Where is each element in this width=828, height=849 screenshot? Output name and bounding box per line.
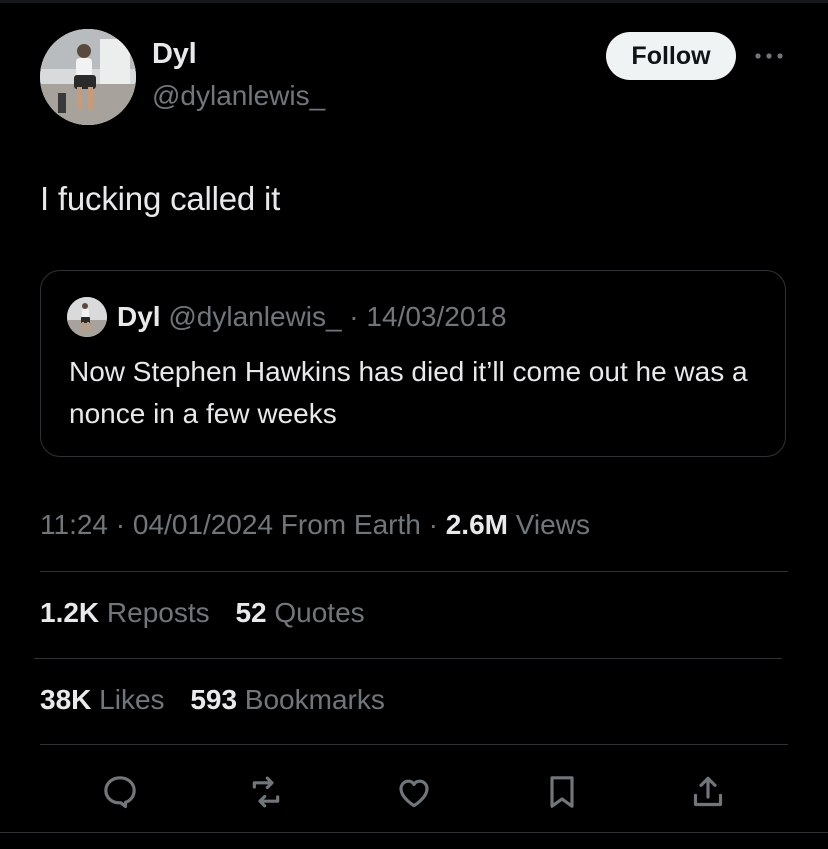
top-divider bbox=[0, 0, 828, 3]
follow-button[interactable]: Follow bbox=[606, 32, 736, 80]
share-button[interactable] bbox=[680, 764, 736, 820]
quoted-author-avatar bbox=[67, 297, 107, 337]
author-display-name[interactable]: Dyl bbox=[152, 38, 197, 71]
likes-stat[interactable]: 38K Likes bbox=[40, 684, 165, 715]
quoted-handle-date: @dylanlewis_ · 14/03/2018 bbox=[168, 301, 507, 332]
tweet-location: From Earth bbox=[273, 509, 421, 540]
quotes-label: Quotes bbox=[266, 597, 365, 628]
stats-row-reposts: 1.2K Reposts 52 Quotes bbox=[40, 597, 383, 629]
tweet-text: I fucking called it bbox=[40, 180, 281, 217]
quoted-text: Now Stephen Hawkins has died it’ll come … bbox=[69, 356, 748, 429]
bookmarks-count: 593 bbox=[190, 684, 238, 715]
tweet-meta: 11:24 · 04/01/2024 From Earth · 2.6M Vie… bbox=[40, 509, 590, 541]
bookmark-button[interactable] bbox=[534, 764, 590, 820]
quoted-header: Dyl @dylanlewis_ · 14/03/2018 bbox=[117, 301, 507, 333]
tweet-actions-bar bbox=[40, 764, 788, 820]
reply-icon bbox=[104, 776, 136, 809]
repost-button[interactable] bbox=[238, 764, 294, 820]
author-handle[interactable]: @dylanlewis_ bbox=[152, 80, 325, 112]
bookmarks-label: Bookmarks bbox=[237, 684, 385, 715]
reposts-label: Reposts bbox=[99, 597, 210, 628]
more-horizontal-icon bbox=[755, 53, 783, 59]
quoted-avatar-photo bbox=[67, 297, 107, 337]
views-label: Views bbox=[507, 509, 590, 540]
meta-separator: · bbox=[108, 509, 133, 540]
more-options-button[interactable] bbox=[751, 40, 787, 72]
likes-count: 38K bbox=[40, 684, 92, 715]
repost-icon bbox=[252, 776, 280, 808]
stats-row-likes: 38K Likes 593 Bookmarks bbox=[40, 684, 403, 716]
quoted-display-name: Dyl bbox=[117, 301, 161, 332]
bottom-divider bbox=[0, 832, 828, 833]
share-icon bbox=[693, 776, 723, 807]
quotes-stat[interactable]: 52 Quotes bbox=[235, 597, 364, 628]
quotes-count: 52 bbox=[235, 597, 267, 628]
views-count: 2.6M bbox=[445, 509, 508, 540]
reposts-stat[interactable]: 1.2K Reposts bbox=[40, 597, 210, 628]
reposts-count: 1.2K bbox=[40, 597, 100, 628]
author-avatar[interactable] bbox=[40, 29, 136, 125]
divider bbox=[34, 658, 782, 659]
bookmarks-stat[interactable]: 593 Bookmarks bbox=[190, 684, 385, 715]
divider bbox=[40, 744, 788, 745]
avatar-photo bbox=[40, 29, 136, 125]
tweet-date[interactable]: 04/01/2024 bbox=[133, 509, 273, 540]
tweet-time[interactable]: 11:24 bbox=[40, 509, 108, 540]
like-icon bbox=[399, 779, 429, 808]
likes-label: Likes bbox=[91, 684, 165, 715]
quoted-tweet-card[interactable]: Dyl @dylanlewis_ · 14/03/2018 Now Stephe… bbox=[40, 270, 786, 457]
like-button[interactable] bbox=[386, 764, 442, 820]
bookmark-icon bbox=[550, 776, 574, 808]
reply-button[interactable] bbox=[92, 764, 148, 820]
divider bbox=[40, 571, 788, 572]
meta-separator: · bbox=[420, 509, 446, 540]
